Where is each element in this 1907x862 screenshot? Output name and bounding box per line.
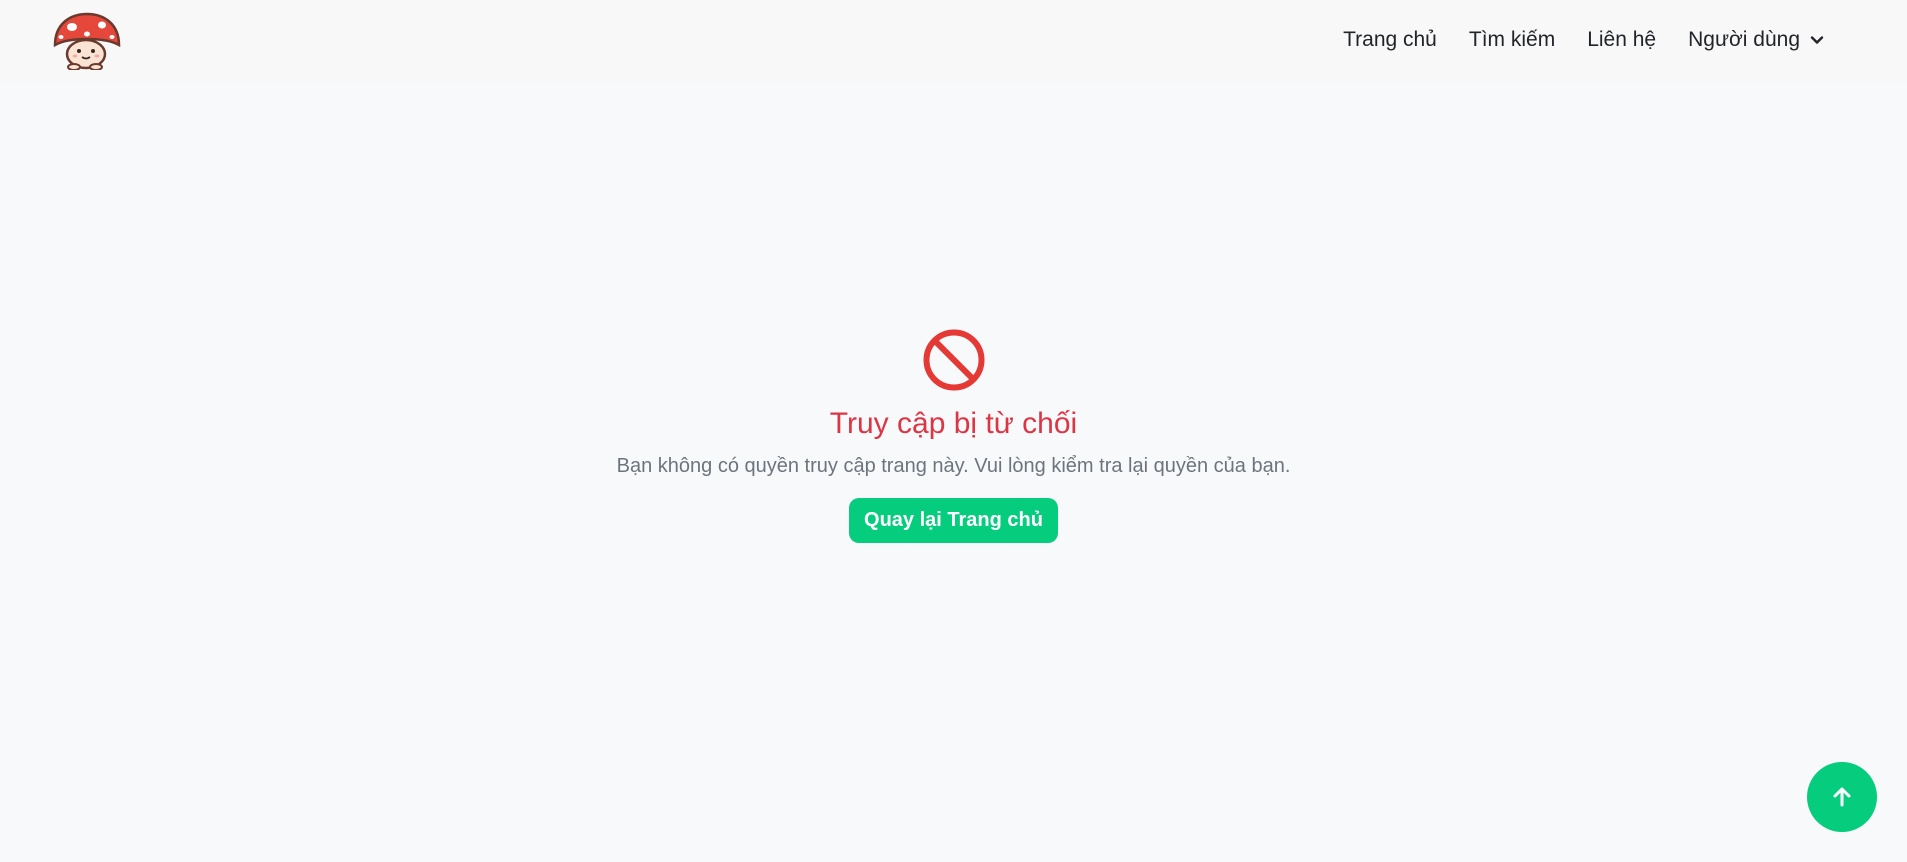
nav-links: Trang chủ Tìm kiếm Liên hệ Người dùng — [1343, 0, 1824, 80]
nav-link-label: Người dùng — [1688, 28, 1800, 51]
page-title: Truy cập bị từ chối — [829, 407, 1078, 440]
main-content: Truy cập bị từ chối Bạn không có quyền t… — [0, 82, 1907, 862]
nav-link-label: Tìm kiếm — [1468, 28, 1556, 51]
nav-link-home[interactable]: Trang chủ — [1343, 28, 1437, 52]
back-home-button[interactable]: Quay lại Trang chủ — [849, 498, 1058, 543]
nav-link-label: Trang chủ — [1343, 28, 1437, 51]
scroll-to-top-button[interactable] — [1807, 762, 1877, 832]
nav-dropdown-user[interactable]: Người dùng — [1688, 28, 1824, 52]
arrow-up-icon — [1833, 787, 1851, 807]
chevron-down-icon — [1810, 36, 1824, 44]
error-message: Bạn không có quyền truy cập trang này. V… — [616, 455, 1291, 477]
nav-link-contact[interactable]: Liên hệ — [1587, 28, 1656, 52]
nav-link-label: Liên hệ — [1587, 28, 1657, 51]
nav-link-search[interactable]: Tìm kiếm — [1469, 28, 1555, 52]
access-denied-panel: Truy cập bị từ chối Bạn không có quyền t… — [0, 328, 1907, 543]
ban-icon — [923, 329, 984, 391]
navbar: Trang chủ Tìm kiếm Liên hệ Người dùng — [0, 0, 1907, 83]
mushroom-logo[interactable] — [52, 12, 122, 71]
